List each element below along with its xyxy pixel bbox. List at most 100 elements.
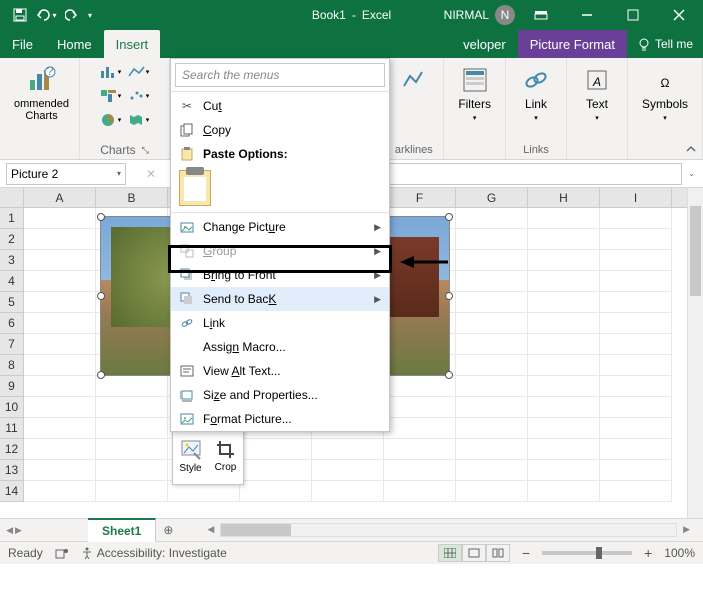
column-header[interactable]: F [384,188,456,207]
tab-file[interactable]: File [0,30,45,58]
cell[interactable] [24,460,96,481]
column-header[interactable]: I [600,188,672,207]
cell[interactable] [24,355,96,376]
collapse-ribbon-button[interactable] [685,143,697,155]
hierarchy-chart-button[interactable]: ▾ [99,86,123,106]
macro-record-icon[interactable] [55,547,69,559]
cell[interactable] [384,460,456,481]
menu-copy[interactable]: Copy [171,118,389,142]
sheet-tab[interactable]: Sheet1 [88,518,156,542]
cell[interactable] [528,397,600,418]
row-header[interactable]: 1 [0,208,23,229]
cell[interactable] [600,292,672,313]
cell[interactable] [96,439,168,460]
tab-picture-format[interactable]: Picture Format [518,30,627,58]
menu-change-picture[interactable]: Change Picture ▶ [171,215,389,239]
horizontal-scrollbar[interactable]: ◀ ▶ [220,523,677,537]
select-all-button[interactable] [0,188,24,208]
menu-assign-macro[interactable]: Assign Macro... [171,335,389,359]
resize-handle[interactable] [97,371,105,379]
map-chart-button[interactable]: ▾ [127,110,151,130]
column-header[interactable]: G [456,188,528,207]
row-header[interactable]: 9 [0,376,23,397]
menu-search-input[interactable]: Search the menus [175,63,385,87]
cell[interactable] [240,481,312,502]
style-button[interactable]: Style [173,428,208,484]
cell[interactable] [600,334,672,355]
cell[interactable] [24,439,96,460]
cell[interactable] [528,418,600,439]
minimize-button[interactable] [567,0,607,30]
normal-view-button[interactable] [438,544,462,562]
menu-bring-to-front[interactable]: Bring to Front ▶ [171,263,389,287]
cell[interactable] [24,418,96,439]
cell[interactable] [24,292,96,313]
zoom-in-button[interactable]: + [644,545,652,561]
cell[interactable] [528,208,600,229]
save-button[interactable] [8,3,32,27]
row-header[interactable]: 8 [0,355,23,376]
row-header[interactable]: 13 [0,460,23,481]
tell-me[interactable]: Tell me [627,30,703,58]
user-avatar[interactable]: N [495,5,515,25]
redo-button[interactable] [60,3,84,27]
scatter-chart-button[interactable]: ▾ [127,86,151,106]
cell[interactable] [456,334,528,355]
cell[interactable] [456,229,528,250]
cell[interactable] [600,439,672,460]
zoom-slider[interactable] [542,551,632,555]
cell[interactable] [600,313,672,334]
link-button[interactable]: Link▾ [514,62,558,127]
cell[interactable] [600,418,672,439]
cell[interactable] [528,439,600,460]
row-header[interactable]: 2 [0,229,23,250]
cell[interactable] [528,313,600,334]
row-header[interactable]: 5 [0,292,23,313]
zoom-out-button[interactable]: − [522,545,530,561]
cell[interactable] [528,250,600,271]
cell[interactable] [96,418,168,439]
row-header[interactable]: 11 [0,418,23,439]
cell[interactable] [456,355,528,376]
cell[interactable] [600,481,672,502]
cell[interactable] [528,292,600,313]
cell[interactable] [600,376,672,397]
menu-view-alt-text[interactable]: View Alt Text... [171,359,389,383]
cell[interactable] [456,292,528,313]
cell[interactable] [600,397,672,418]
expand-formula-icon[interactable]: ⌄ [688,169,695,178]
menu-paste-picture[interactable] [171,166,389,210]
sheet-nav[interactable]: ◀▶ [0,525,28,536]
cell[interactable] [456,313,528,334]
resize-handle[interactable] [97,213,105,221]
pie-chart-button[interactable]: ▾ [99,110,123,130]
recommended-charts-button[interactable]: ? ommended Charts [8,62,75,124]
ribbon-options-button[interactable] [521,0,561,30]
cell[interactable] [456,439,528,460]
page-layout-view-button[interactable] [462,544,486,562]
tab-developer[interactable]: veloper [463,30,518,58]
cell[interactable] [528,481,600,502]
cell[interactable] [456,481,528,502]
cell[interactable] [24,229,96,250]
column-header[interactable]: H [528,188,600,207]
cell[interactable] [600,355,672,376]
scroll-thumb[interactable] [690,206,701,296]
column-chart-button[interactable]: ▾ [99,62,123,82]
cell[interactable] [528,271,600,292]
scroll-thumb[interactable] [221,524,291,536]
cell[interactable] [600,208,672,229]
dialog-launcher-icon[interactable]: ⤡ [142,145,149,156]
cell[interactable] [456,376,528,397]
cell[interactable] [528,376,600,397]
vertical-scrollbar[interactable] [687,188,703,518]
cell[interactable] [24,313,96,334]
cell[interactable] [24,334,96,355]
cell[interactable] [24,271,96,292]
zoom-level[interactable]: 100% [664,546,695,560]
cell[interactable] [456,271,528,292]
line-chart-button[interactable]: ▾ [127,62,151,82]
cell[interactable] [456,460,528,481]
cell[interactable] [24,208,96,229]
row-header[interactable]: 14 [0,481,23,502]
